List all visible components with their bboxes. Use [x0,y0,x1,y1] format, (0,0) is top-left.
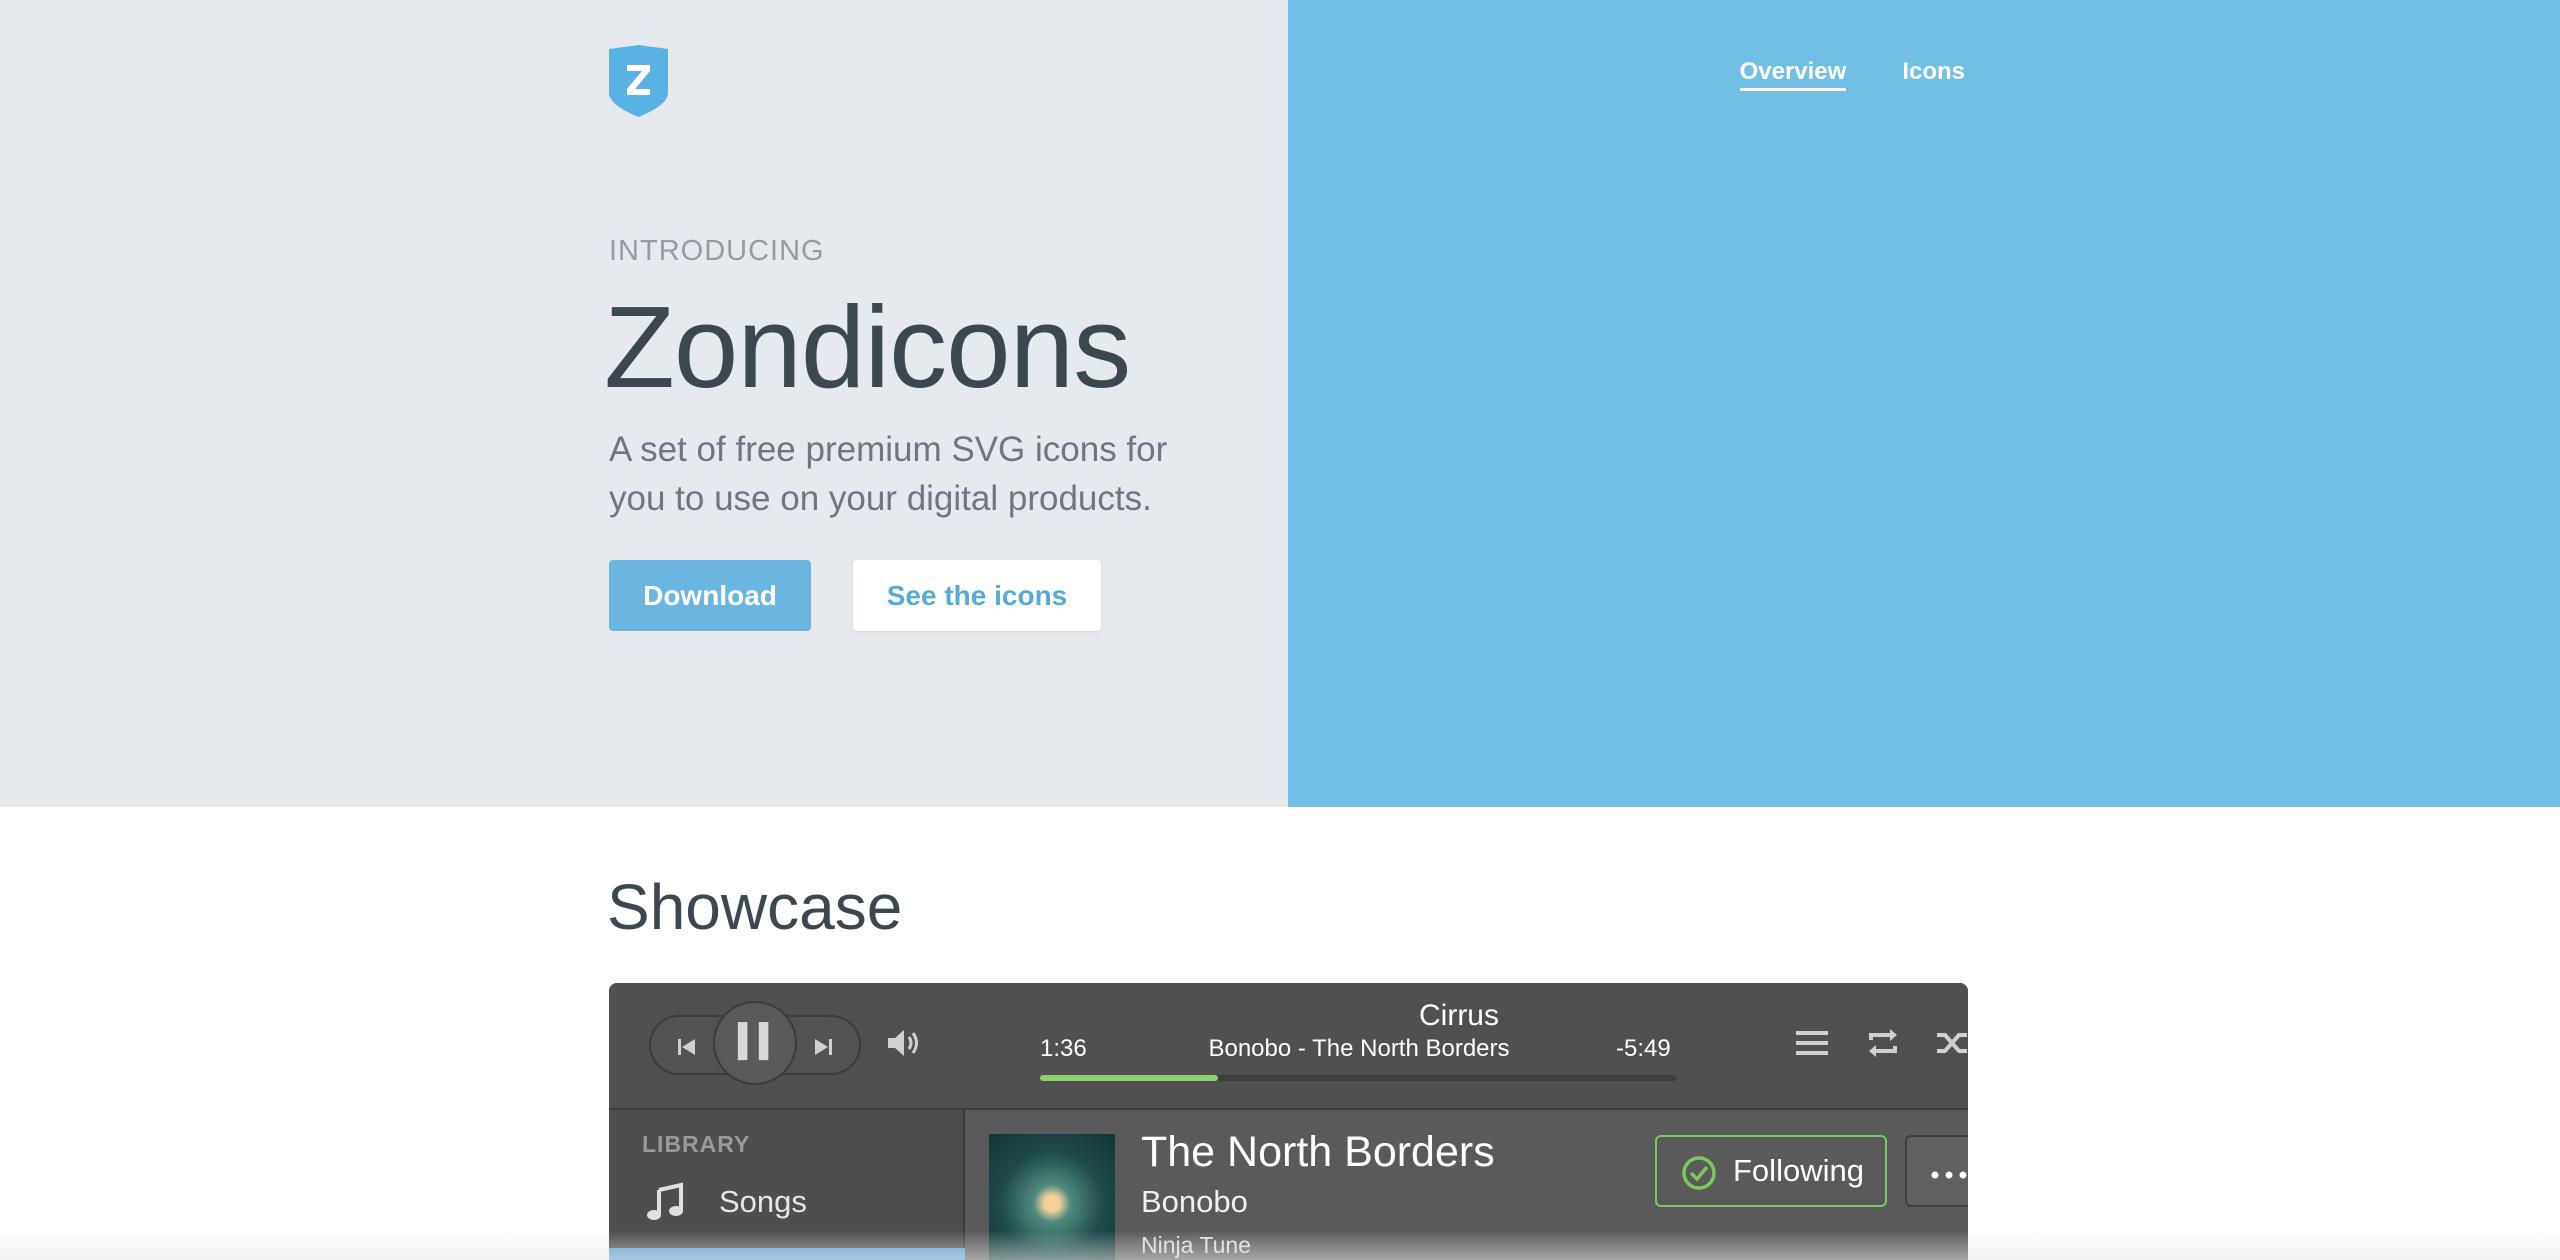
next-icon[interactable] [809,1033,837,1061]
player-toolbar: Cirrus 1:36 Bonobo - The North Borders -… [609,983,1968,1110]
hero-image-panel [1288,0,2560,807]
album-artist[interactable]: Bonobo [1141,1184,1248,1220]
time-remaining: -5:49 [1616,1035,1671,1062]
pause-button[interactable] [713,1001,797,1085]
track-subtitle: Bonobo - The North Borders [1208,1035,1510,1062]
queue-icon[interactable] [1793,1025,1831,1061]
previous-icon[interactable] [673,1033,701,1061]
sidebar-item-selected[interactable] [609,1248,965,1260]
album-title[interactable]: The North Borders [1141,1128,1495,1177]
download-button[interactable]: Download [609,560,811,631]
repeat-icon[interactable] [1864,1025,1902,1061]
time-elapsed: 1:36 [1040,1035,1087,1062]
nav-icons[interactable]: Icons [1902,58,1965,91]
library-sidebar: LIBRARY Songs [609,1110,965,1260]
sidebar-heading: LIBRARY [642,1131,751,1157]
page-title: Zondicons [604,282,1131,412]
more-options-button[interactable] [1905,1135,1968,1207]
music-player-showcase: Cirrus 1:36 Bonobo - The North Borders -… [609,983,1968,1260]
showcase-title: Showcase [607,871,903,943]
following-button[interactable]: Following [1655,1135,1887,1207]
volume-icon[interactable] [885,1026,923,1060]
hero-subtitle: A set of free premium SVG icons for you … [609,430,1168,518]
nav-overview[interactable]: Overview [1739,58,1847,91]
sidebar-item-songs[interactable]: Songs [609,1170,965,1230]
shuffle-icon[interactable] [1935,1025,1968,1061]
track-title: Cirrus [1419,999,1499,1032]
pause-icon [737,1022,769,1061]
sidebar-item-label: Songs [719,1184,807,1219]
album-cover[interactable] [989,1134,1115,1260]
album-record-label: Ninja Tune [1141,1232,1251,1258]
music-note-icon [647,1182,683,1220]
following-label: Following [1733,1153,1864,1188]
zondicons-shield-logo-icon[interactable] [609,45,668,117]
top-nav: Overview Icons [1739,58,1965,91]
progress-fill [1040,1075,1219,1081]
more-dots-icon [1931,1171,1967,1179]
album-header: The North Borders Bonobo Ninja Tune Foll… [965,1110,1968,1260]
check-circle-icon [1682,1156,1716,1190]
see-icons-button[interactable]: See the icons [853,560,1101,631]
hero-eyebrow: INTRODUCING [609,235,825,267]
progress-bar[interactable] [1040,1075,1677,1081]
